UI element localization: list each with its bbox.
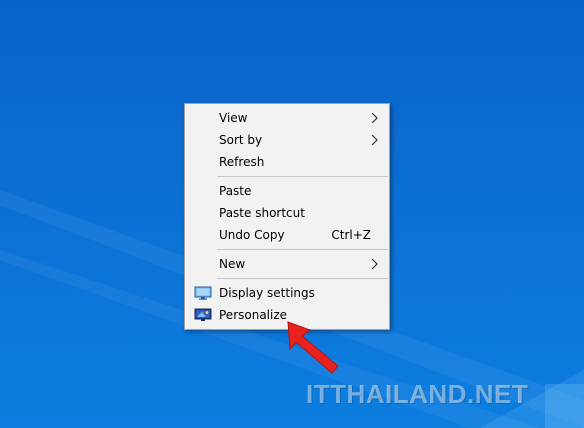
- menu-item-label: Sort by: [219, 133, 263, 147]
- menu-item-label: Personalize: [219, 308, 288, 322]
- desktop-background[interactable]: View Sort by Refresh Paste Paste shortcu…: [0, 0, 584, 428]
- menu-item-sort-by[interactable]: Sort by: [185, 129, 389, 151]
- menu-item-undo-copy[interactable]: Undo Copy Ctrl+Z: [185, 224, 389, 246]
- menu-item-label: Undo Copy: [219, 228, 285, 242]
- menu-separator: [217, 249, 388, 250]
- menu-item-new[interactable]: New: [185, 253, 389, 275]
- chevron-right-icon: [371, 259, 378, 269]
- menu-item-view[interactable]: View: [185, 107, 389, 129]
- personalize-icon: [194, 308, 212, 321]
- chevron-right-icon: [371, 135, 378, 145]
- menu-item-label: Refresh: [219, 155, 265, 169]
- menu-item-label: Paste shortcut: [219, 206, 305, 220]
- annotation-arrow: [287, 321, 339, 374]
- menu-item-paste-shortcut[interactable]: Paste shortcut: [185, 202, 389, 224]
- menu-item-label: New: [219, 257, 246, 271]
- menu-separator: [217, 278, 388, 279]
- menu-separator: [217, 176, 388, 177]
- watermark-text: ITTHAILAND.NET: [306, 379, 529, 409]
- keyboard-shortcut: Ctrl+Z: [331, 228, 371, 242]
- display-settings-icon: [194, 286, 212, 300]
- menu-item-display-settings[interactable]: Display settings: [185, 282, 389, 304]
- menu-item-label: Display settings: [219, 286, 315, 300]
- menu-item-label: Paste: [219, 184, 252, 198]
- chevron-right-icon: [371, 113, 378, 123]
- menu-item-refresh[interactable]: Refresh: [185, 151, 389, 173]
- menu-item-label: View: [219, 111, 248, 125]
- menu-item-paste[interactable]: Paste: [185, 180, 389, 202]
- desktop-context-menu: View Sort by Refresh Paste Paste shortcu…: [184, 103, 390, 330]
